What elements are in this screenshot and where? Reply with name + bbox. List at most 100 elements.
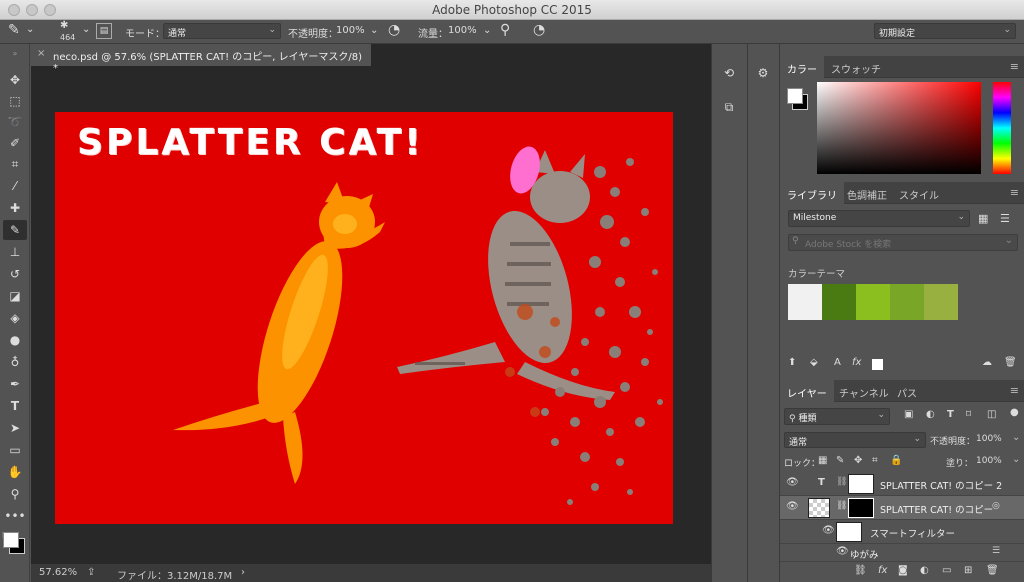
move-tool-icon[interactable]: ✥ — [3, 70, 27, 90]
hand-tool-icon[interactable]: ✋ — [3, 462, 27, 482]
hue-slider[interactable] — [993, 82, 1011, 174]
path-select-tool-icon[interactable]: ➤ — [3, 418, 27, 438]
pressure-size-icon[interactable]: ◔ — [533, 22, 545, 38]
layer-thumbnail[interactable] — [808, 498, 830, 518]
brush-preset-icon[interactable]: ✱ — [60, 20, 68, 31]
visibility-eye-icon[interactable]: 👁 — [786, 477, 799, 488]
library-select[interactable]: Milestone ⌄ — [788, 210, 970, 227]
new-group-icon[interactable]: ▭ — [942, 565, 951, 576]
chevron-down-icon[interactable]: ⌄ — [82, 24, 90, 35]
color-foreground-swatch[interactable] — [787, 88, 803, 104]
pen-tool-icon[interactable]: ✒ — [3, 374, 27, 394]
fill-value[interactable]: 100% — [976, 456, 1002, 466]
sync-icon[interactable]: ☁ — [982, 357, 992, 368]
filter-row[interactable]: 👁 ゆがみ ☰ — [780, 544, 1024, 562]
healing-brush-tool-icon[interactable]: ✚ — [3, 198, 27, 218]
filter-adjustment-icon[interactable]: ◐ — [926, 409, 935, 420]
layer-row[interactable]: 👁 T ⛓ SPLATTER CAT! のコピー 2 — [780, 472, 1024, 496]
brush-icon[interactable]: ✎ — [8, 22, 20, 38]
smart-filter-mask-thumbnail[interactable] — [836, 522, 862, 542]
delete-layer-icon[interactable]: 🗑 — [986, 565, 999, 576]
tab-adjustments[interactable]: 色調補正 — [840, 182, 894, 204]
lock-all-icon[interactable]: 🔒 — [890, 455, 902, 466]
properties-panel-icon[interactable]: ⧉ — [718, 96, 740, 118]
document-tab[interactable]: × neco.psd @ 57.6% (SPLATTER CAT! のコピー, … — [31, 44, 371, 74]
smart-filter-row[interactable]: 👁 スマートフィルター — [780, 520, 1024, 544]
eyedropper-tool-icon[interactable]: ⁄ — [3, 176, 27, 196]
zoom-tool-icon[interactable]: ⚲ — [3, 484, 27, 504]
add-mask-icon[interactable]: ◙ — [898, 565, 908, 576]
panel-menu-icon[interactable]: ≡ — [1010, 186, 1019, 199]
layer-mask-thumbnail[interactable] — [848, 474, 874, 494]
chevron-down-icon[interactable]: ⌄ — [26, 24, 34, 35]
close-tab-icon[interactable]: × — [37, 48, 45, 59]
filter-options-icon[interactable]: ☰ — [992, 546, 1000, 556]
link-icon[interactable]: ⛓ — [836, 501, 847, 511]
lock-transparent-icon[interactable]: ▦ — [818, 455, 827, 466]
image-canvas[interactable]: SPLATTER CAT! — [55, 112, 673, 524]
visibility-eye-icon[interactable]: 👁 — [822, 525, 835, 536]
layer-row-selected[interactable]: 👁 ⛓ SPLATTER CAT! のコピー ◎ — [780, 496, 1024, 520]
mode-select[interactable]: 通常 ⌄ — [163, 23, 281, 39]
grid-view-icon[interactable]: ▦ — [978, 212, 988, 225]
tab-layers[interactable]: レイヤー — [780, 380, 834, 402]
panel-menu-icon[interactable]: ≡ — [1010, 384, 1019, 397]
stock-search-field[interactable]: ⚲ Adobe Stock を検索 ⌄ — [788, 234, 1018, 251]
actions-panel-icon[interactable]: ⚙ — [752, 62, 774, 84]
panel-menu-icon[interactable]: ≡ — [1010, 60, 1019, 73]
opacity-value[interactable]: 100% — [336, 25, 365, 36]
chevron-down-icon[interactable]: ⌄ — [1012, 432, 1020, 443]
clone-stamp-tool-icon[interactable]: ⊥ — [3, 242, 27, 262]
lock-pixels-icon[interactable]: ✎ — [836, 455, 844, 466]
brush-tool-icon[interactable]: ✎ — [3, 220, 27, 240]
status-menu-arrow[interactable]: › — [241, 567, 245, 578]
add-graphic-icon[interactable] — [872, 359, 883, 370]
link-icon[interactable]: ⛓ — [836, 477, 847, 487]
tab-libraries[interactable]: ライブラリ — [780, 182, 844, 204]
adjustment-layer-icon[interactable]: ◐ — [920, 565, 929, 576]
workspace-select[interactable]: 初期設定 ⌄ — [874, 23, 1016, 39]
pressure-opacity-icon[interactable]: ◔ — [388, 22, 400, 38]
tab-color[interactable]: カラー — [780, 56, 824, 78]
chevron-down-icon[interactable]: ⌄ — [370, 25, 378, 36]
history-panel-icon[interactable]: ⟲ — [718, 62, 740, 84]
marquee-tool-icon[interactable]: ⬚ — [3, 91, 27, 111]
tab-paths[interactable]: パス — [890, 380, 924, 402]
add-color-icon[interactable]: ⬙ — [810, 357, 818, 368]
blend-mode-select[interactable]: 通常 ⌄ — [784, 432, 926, 448]
rectangle-tool-icon[interactable]: ▭ — [3, 440, 27, 460]
filter-smart-object-icon[interactable]: ◫ — [987, 409, 996, 420]
trash-icon[interactable]: 🗑 — [1004, 357, 1017, 368]
new-layer-icon[interactable]: ⊞ — [964, 565, 972, 576]
color-field[interactable] — [817, 82, 981, 174]
type-tool-icon[interactable]: T — [3, 396, 27, 416]
add-layer-style-icon[interactable]: fx — [852, 357, 861, 368]
lock-artboard-icon[interactable]: ⌗ — [872, 455, 878, 466]
tab-channels[interactable]: チャンネル — [832, 380, 896, 402]
layer-opacity-value[interactable]: 100% — [976, 434, 1002, 444]
paint-bucket-tool-icon[interactable]: ◈ — [3, 308, 27, 328]
layer-filter-select[interactable]: ⚲ 種類 ⌄ — [784, 408, 890, 425]
tab-styles[interactable]: スタイル — [892, 182, 946, 204]
airbrush-icon[interactable]: ⚲ — [500, 22, 510, 38]
brush-panel-icon[interactable]: ▤ — [96, 23, 112, 39]
visibility-eye-icon[interactable]: 👁 — [786, 501, 799, 512]
chevron-down-icon[interactable]: ⌄ — [483, 25, 491, 36]
add-layer-style-icon[interactable]: fx — [878, 565, 887, 576]
panel-collapse-icon[interactable]: » — [3, 50, 27, 58]
zoom-level[interactable]: 57.62% — [39, 567, 77, 578]
foreground-color-swatch[interactable] — [3, 532, 19, 548]
more-tools-icon[interactable]: ••• — [3, 506, 27, 526]
list-view-icon[interactable]: ☰ — [1000, 212, 1010, 225]
color-theme-swatches[interactable] — [788, 284, 958, 320]
layer-mask-thumbnail[interactable] — [848, 498, 874, 518]
dodge-tool-icon[interactable]: ♁ — [3, 352, 27, 372]
flow-value[interactable]: 100% — [448, 25, 477, 36]
crop-tool-icon[interactable]: ⌗ — [3, 154, 27, 174]
tab-swatches[interactable]: スウォッチ — [824, 56, 888, 78]
filter-type-icon[interactable]: T — [947, 409, 954, 420]
upload-icon[interactable]: ⬆ — [788, 357, 796, 368]
add-character-style-icon[interactable]: A — [834, 357, 841, 368]
history-brush-tool-icon[interactable]: ↺ — [3, 264, 27, 284]
filter-shape-icon[interactable]: ⌑ — [966, 409, 971, 420]
